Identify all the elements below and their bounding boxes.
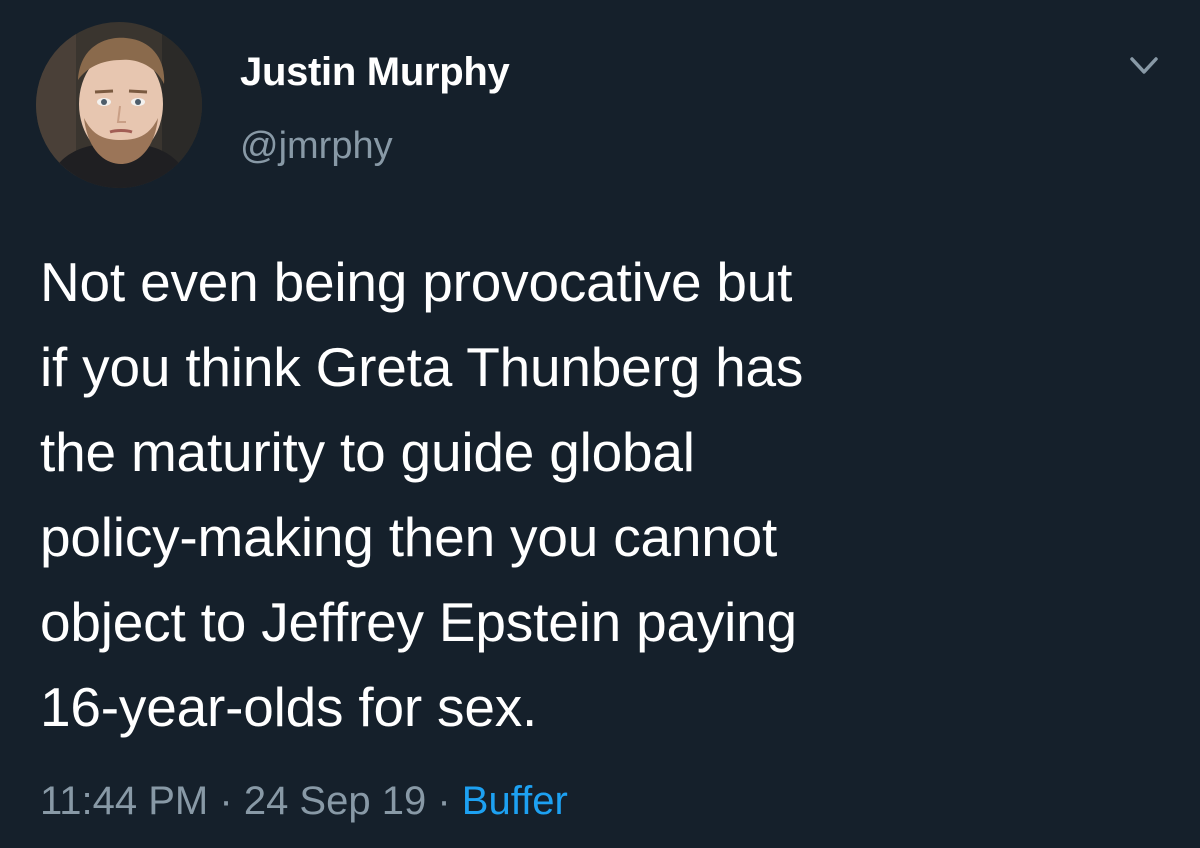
avatar-photo-icon — [36, 22, 202, 188]
tweet-meta: 11:44 PM · 24 Sep 19 · Buffer — [40, 774, 568, 828]
tweet-time[interactable]: 11:44 PM — [40, 779, 208, 823]
tweet-card: Justin Murphy @jmrphy Not even being pro… — [0, 0, 1200, 848]
chevron-down-icon — [1130, 57, 1158, 74]
meta-separator: · — [437, 779, 451, 823]
tweet-text: Not even being provocative but if you th… — [40, 251, 804, 738]
author-display-name[interactable]: Justin Murphy — [240, 48, 510, 96]
meta-separator: · — [219, 779, 233, 823]
tweet-menu-button[interactable] — [1122, 46, 1166, 86]
author-handle[interactable]: @jmrphy — [240, 123, 393, 169]
tweet-date[interactable]: 24 Sep 19 — [244, 779, 426, 823]
avatar[interactable] — [36, 22, 202, 188]
tweet-source-link[interactable]: Buffer — [462, 779, 568, 823]
